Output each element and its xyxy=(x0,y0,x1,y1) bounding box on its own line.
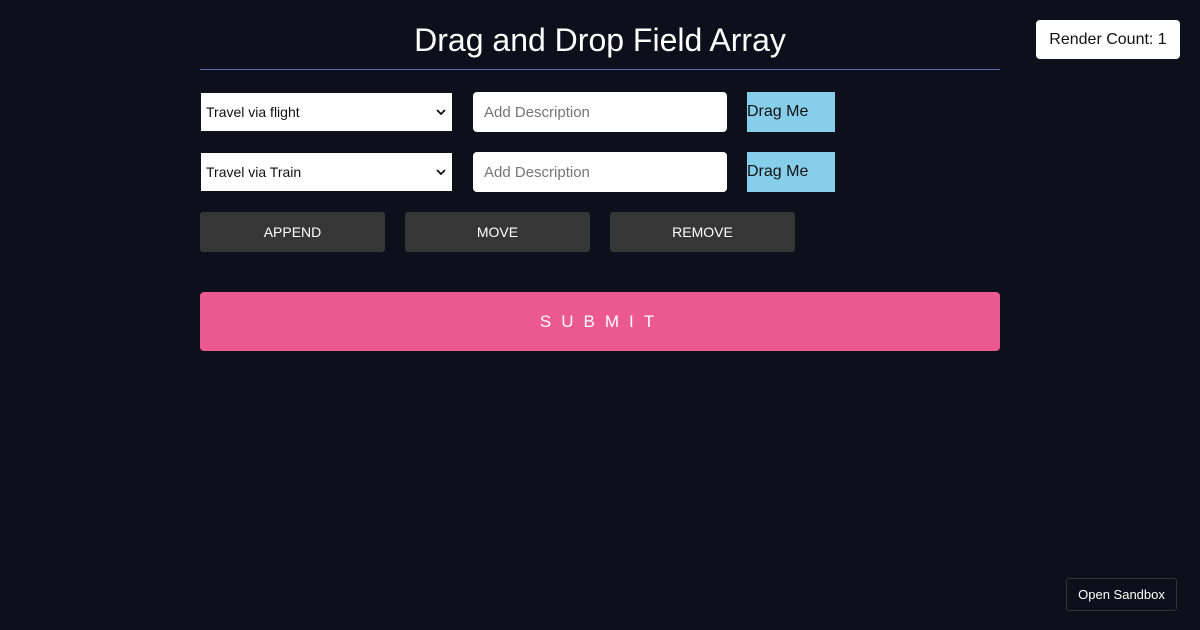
description-input-1[interactable] xyxy=(473,92,727,132)
action-buttons: APPEND MOVE REMOVE xyxy=(200,212,1000,252)
chevron-down-icon xyxy=(436,109,446,116)
chevron-down-icon xyxy=(436,169,446,176)
description-input-2[interactable] xyxy=(473,152,727,192)
field-row-2: Travel via Train Drag Me xyxy=(200,152,1000,192)
submit-button[interactable]: SUBMIT xyxy=(200,292,1000,351)
open-sandbox-button[interactable]: Open Sandbox xyxy=(1066,578,1177,611)
travel-select-value: Travel via flight xyxy=(206,104,300,120)
page: Render Count: 1 Drag and Drop Field Arra… xyxy=(0,0,1200,630)
travel-select-2[interactable]: Travel via Train xyxy=(200,152,453,192)
field-row-1: Travel via flight Drag Me xyxy=(200,92,1000,132)
travel-select-1[interactable]: Travel via flight xyxy=(200,92,453,132)
drag-handle-1[interactable]: Drag Me xyxy=(747,92,835,132)
render-count-badge: Render Count: 1 xyxy=(1036,20,1180,59)
move-button[interactable]: MOVE xyxy=(405,212,590,252)
remove-button[interactable]: REMOVE xyxy=(610,212,795,252)
append-button[interactable]: APPEND xyxy=(200,212,385,252)
drag-handle-2[interactable]: Drag Me xyxy=(747,152,835,192)
travel-select-value: Travel via Train xyxy=(206,164,302,180)
form-container: Drag and Drop Field Array Travel via fli… xyxy=(200,0,1000,351)
page-title: Drag and Drop Field Array xyxy=(200,0,1000,70)
